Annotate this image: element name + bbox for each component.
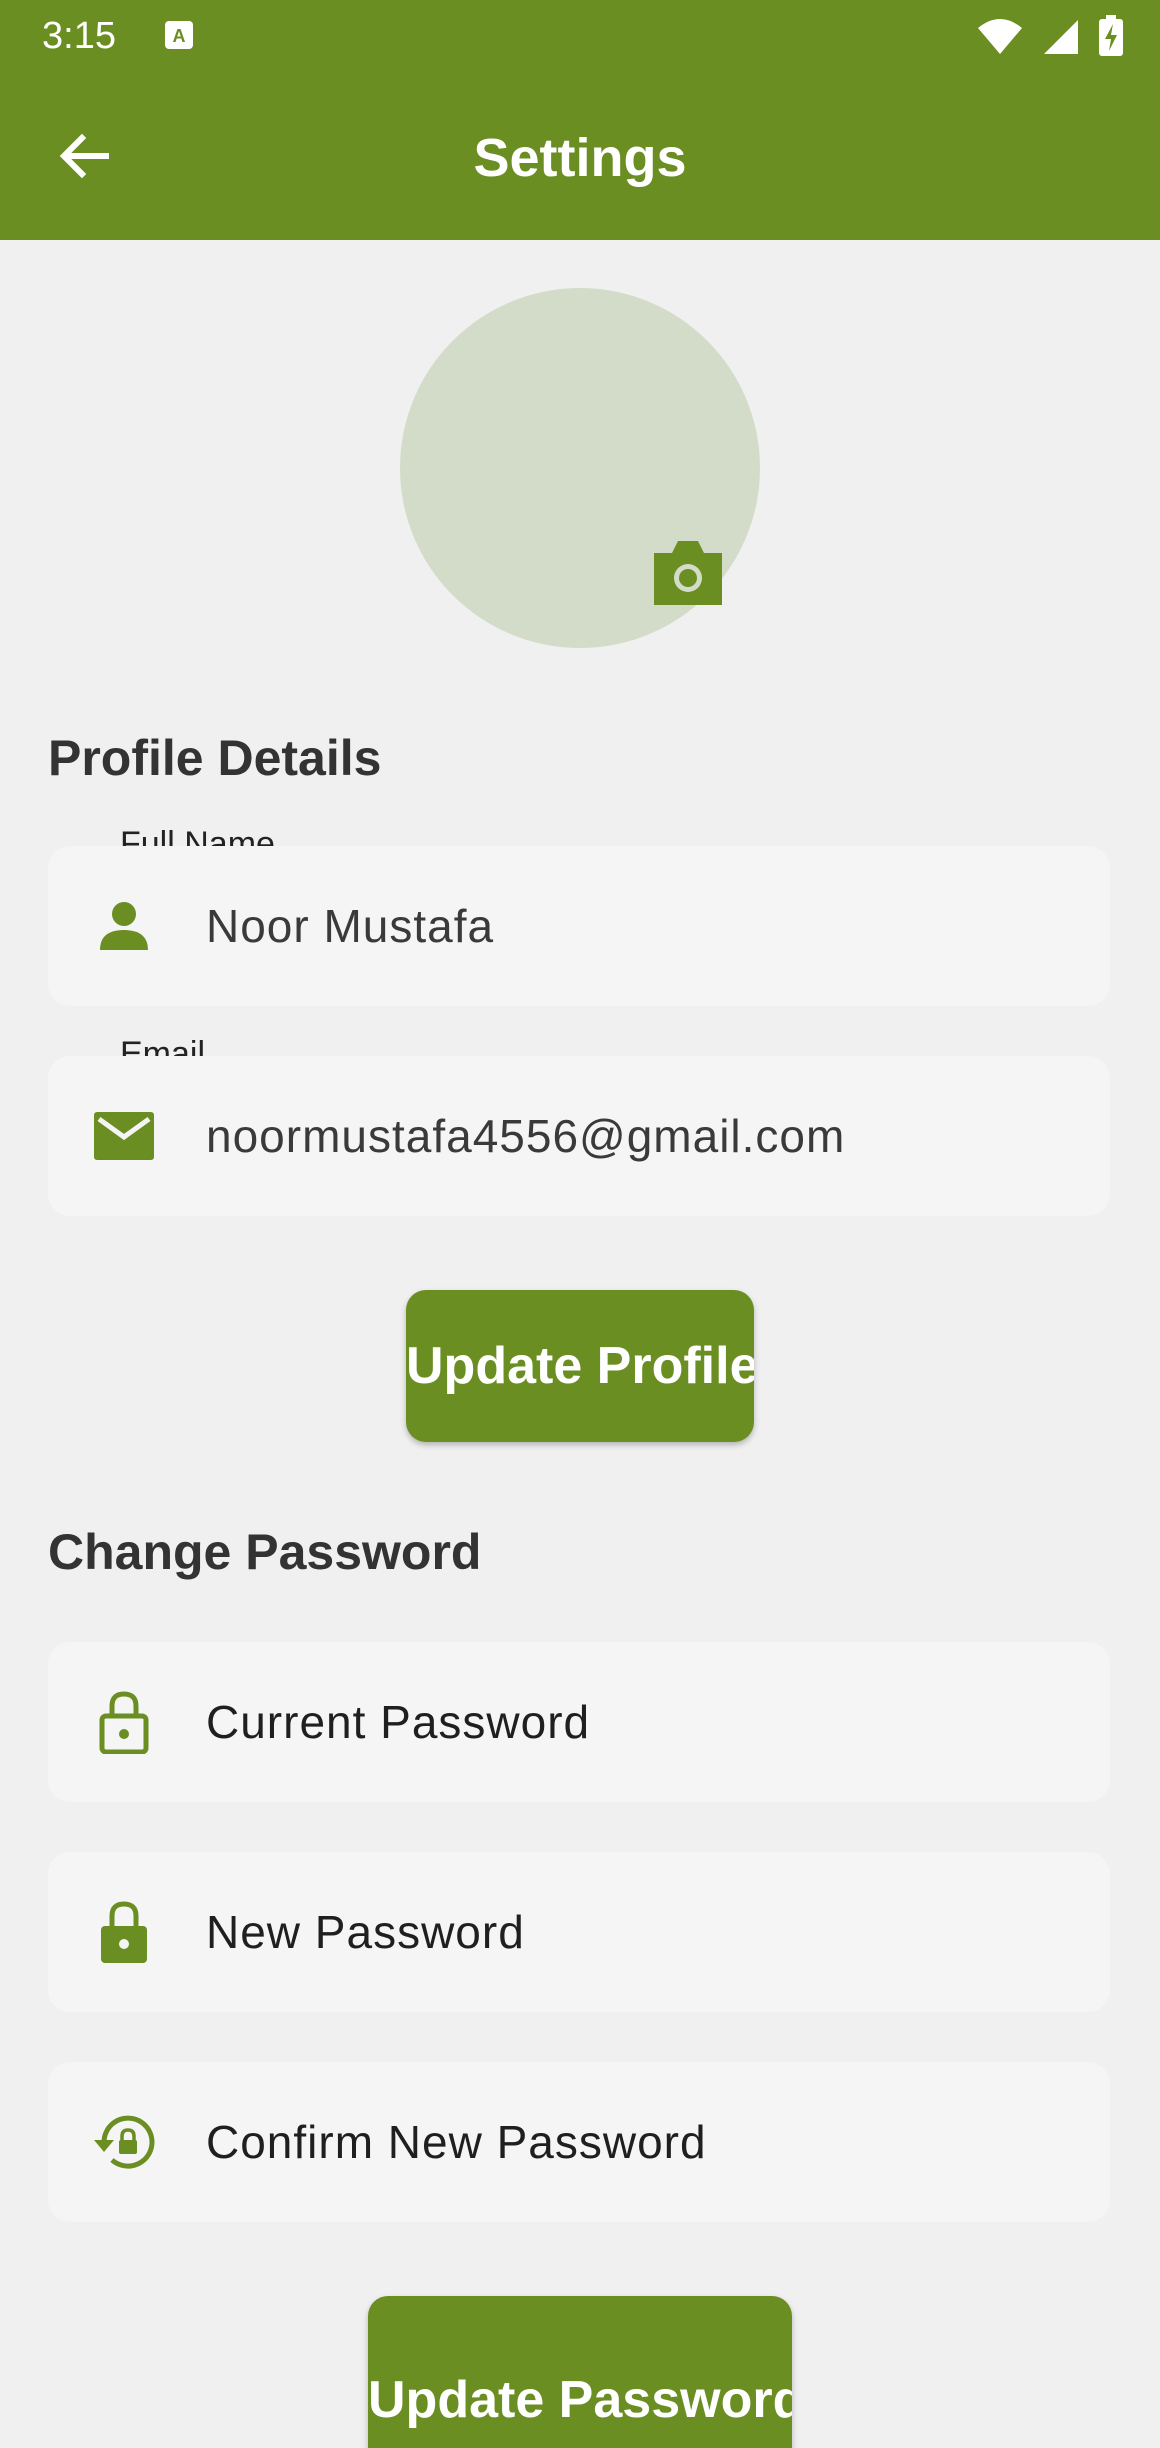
svg-text:A: A	[173, 26, 186, 46]
wifi-icon	[978, 19, 1022, 54]
confirm-password-placeholder: Confirm New Password	[206, 2116, 707, 2168]
email-field[interactable]: noormustafa4556@gmail.com	[48, 1056, 1110, 1216]
mail-icon	[88, 1100, 160, 1172]
change-password-heading: Change Password	[48, 1524, 482, 1580]
battery-charging-icon	[1099, 15, 1123, 56]
email-value: noormustafa4556@gmail.com	[206, 1110, 846, 1162]
new-password-field[interactable]: New Password	[48, 1852, 1110, 2012]
update-password-label: Update Password	[368, 2371, 792, 2429]
lock-icon	[88, 1896, 160, 1968]
lock-open-outline-icon	[88, 1686, 160, 1758]
signal-icon	[1044, 20, 1078, 54]
full-name-field[interactable]: Noor Mustafa	[48, 846, 1110, 1006]
lock-reset-icon	[88, 2106, 160, 2178]
app-bar: 3:15 A Settings	[0, 0, 1160, 240]
current-password-placeholder: Current Password	[206, 1696, 591, 1748]
camera-icon[interactable]	[650, 535, 726, 611]
new-password-placeholder: New Password	[206, 1906, 525, 1958]
status-icons	[976, 15, 1124, 56]
confirm-password-field[interactable]: Confirm New Password	[48, 2062, 1110, 2222]
current-password-field[interactable]: Current Password	[48, 1642, 1110, 1802]
full-name-value: Noor Mustafa	[206, 900, 495, 952]
update-password-button[interactable]: Update Password	[368, 2296, 792, 2448]
profile-details-heading: Profile Details	[48, 730, 382, 786]
status-time: 3:15	[42, 15, 116, 57]
update-profile-button[interactable]: Update Profile	[406, 1290, 754, 1442]
person-icon	[88, 890, 160, 962]
notification-app-icon: A	[165, 21, 193, 49]
page-title: Settings	[473, 128, 687, 188]
